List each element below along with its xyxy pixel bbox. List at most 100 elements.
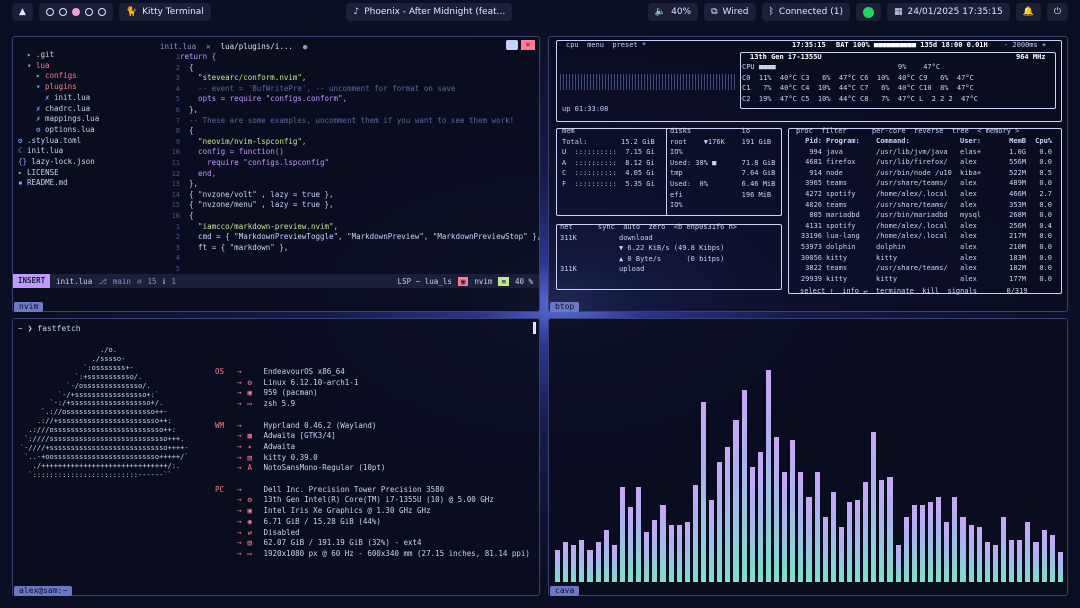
update-interval[interactable]: - 2000ms + [1004,40,1046,51]
tree-item[interactable]: ▸ configs [18,71,158,82]
code-line[interactable]: return { [180,52,540,63]
clock[interactable]: ▦ 24/01/2025 17:35:15 [887,3,1010,21]
tree-item[interactable]: ▸ .git [18,50,158,61]
code-line[interactable]: { [180,126,540,137]
process-row[interactable]: 805 mariadbd/usr/bin/mariadbd mysql 268M 0.0 [792,210,1052,221]
visualizer-bar [563,542,569,582]
bluetooth[interactable]: ᛒ Connected (1) [761,3,850,21]
code-line[interactable]: end, [180,169,540,180]
tree-item[interactable]: ✗ mappings.lua [18,114,158,125]
process-row[interactable]: 53973 dolphin dolphin alex 210M 0.0 [792,242,1052,253]
code-line[interactable]: cmd = { "MarkdownPreviewToggle", "Markdo… [180,232,541,243]
process-cell: node [826,168,843,177]
process-row[interactable]: 33196 lua-lang/home/alex/.local alex 217M 0.… [792,231,1052,242]
code-line[interactable]: "neovim/nvim-lspconfig", [180,137,540,148]
cpu-header[interactable]: cpu menu preset * [566,40,646,51]
process-cell: /usr/bin/mariadbd [876,211,948,220]
active-window[interactable]: 🐈 Kitty Terminal [118,3,211,21]
tree-item[interactable]: ✗ chadrc.lua [18,104,158,115]
tree-item[interactable]: ⚙ options.lua [18,125,158,136]
tab-plugins-init[interactable]: lua/plugins/i... [221,42,293,51]
code-line[interactable]: "stevearc/conform.nvim", [180,73,540,84]
endeavouros-logo: ./o. ./sssso- `:osssssss+- `:+ssssssssss… [20,346,189,479]
workspace-1[interactable] [45,8,54,16]
process-row[interactable]: 3965 teams/usr/share/teams/alex 489M 0.0 [792,178,1052,189]
process-row[interactable]: 994 java/usr/lib/jvm/java elas+ 1.0G 0.0 [792,147,1052,158]
workspace-2[interactable] [58,8,67,16]
code-line[interactable]: -- event = 'BufWritePre', -- uncomment f… [180,84,540,95]
code-line[interactable]: opts = require "configs.conform", [180,94,540,105]
workspace-5[interactable] [97,8,106,16]
code-line[interactable]: config = function() [180,147,540,158]
process-row[interactable]: 914 node/usr/bin/node /u10 kiba+ 522M 0.5 [792,168,1052,179]
close-buffer-button[interactable]: ✕ [521,40,535,50]
code-line[interactable]: { [180,211,540,222]
workspace-3[interactable] [71,8,80,16]
tree-item[interactable]: ▪ README.md [18,178,158,189]
code-line[interactable]: -- These are some examples, uncomment th… [180,116,540,127]
process-cell: teams [826,179,848,188]
process-table[interactable]: Pid: Program: Command: User: MemB Cpu% 994 java… [792,136,1052,284]
code-line[interactable]: { "nvzone/volt" , lazy = true }, [180,190,540,201]
process-row[interactable]: 3822 teams/usr/share/teams/alex 182M 0.0 [792,263,1052,274]
process-cell: lua-lang [826,232,860,241]
process-row[interactable]: 30056 kitty kitty alex 183M 0.0 [792,253,1052,264]
code-line[interactable]: ft = { "markdown" }, [180,243,540,254]
process-row[interactable]: 4131 spotify/home/alex/.local alex 256M 0.4 [792,221,1052,232]
process-cell: alex [960,242,977,251]
code-line[interactable]: }, [180,105,540,116]
media-player[interactable]: ♪ Phoenix - After Midnight (feat... [346,3,513,21]
workspaces[interactable] [38,3,113,21]
arrow-icon: → [237,516,242,526]
code-line[interactable]: }, [180,179,540,190]
process-row[interactable]: 29939 kitty kitty alex 177M 0.0 [792,274,1052,285]
process-cell: alex [960,274,977,283]
network[interactable]: ⧉ Wired [704,3,756,21]
tree-item[interactable]: ▾ plugins [18,82,158,93]
visualizer-bar [1041,529,1047,582]
process-cell: alex [960,232,977,241]
close-icon[interactable]: ✕ [206,42,211,51]
volume[interactable]: 🔈 40% [647,3,699,21]
code-line[interactable]: require "configs.lspconfig" [180,158,540,169]
tree-item[interactable]: ✗ init.lua [18,93,158,104]
line-number: 5 [175,95,180,104]
code-line[interactable]: { [180,63,540,74]
code-line[interactable]: "iamcco/markdown-preview.nvim", [180,222,540,233]
process-cell: firefox [826,158,856,167]
code-editor[interactable]: return { { "stevearc/conform.nvim", -- e… [180,52,541,254]
proc-header[interactable]: proc filter per-core reverse tree < memo… [796,126,1019,137]
notifications[interactable]: 🔔 [1015,3,1041,21]
info-row: → ✦ Adwaita [215,442,530,453]
tree-item[interactable]: {} lazy-lock.json [18,157,158,168]
shell-prompt[interactable]: ~ ❯ fastfetch [18,324,81,335]
process-cell: Pid: [805,137,822,145]
process-row[interactable]: 4681 firefox/usr/lib/firefox/alex 556M 0.0 [792,157,1052,168]
process-cell: 4026 [805,200,822,209]
workspace-4[interactable] [84,8,93,16]
tree-item[interactable]: ▾ lua [18,61,158,72]
tree-item[interactable]: ▸ LICENSE [18,168,158,179]
spotify-tray[interactable] [856,3,881,21]
process-cell: 4681 [805,158,822,167]
launcher-button[interactable]: ▲ [12,3,33,21]
tree-item[interactable]: ⚙ .stylua.toml [18,136,158,147]
code-line[interactable]: { "nvzone/menu" , lazy = true }, [180,200,540,211]
tab-init-lua[interactable]: init.lua [160,42,196,51]
process-row[interactable]: 4272 spotify/home/alex/.local alex 466M 2.7 [792,189,1052,200]
tree-item[interactable]: ☾ init.lua [18,146,158,157]
warning-icon: ⊘ [136,276,142,286]
tree-item-label: .stylua.toml [27,135,82,145]
file-icon: ✗ [36,103,46,113]
info-row: WM → Hyprland 0.46.2 (Wayland) [215,421,530,432]
line-number: 15 [171,201,180,210]
folder-icon: ▸ [36,71,46,81]
process-row[interactable]: Pid: Program: Command: User: MemB Cpu% [792,136,1052,147]
process-row[interactable]: 4026 teams/usr/share/teams/alex 353M 0.0 [792,200,1052,211]
arrow-icon: → [237,377,242,387]
power-button[interactable]: ⏻ [1046,3,1069,21]
toggle-theme-button[interactable] [506,40,518,50]
proc-footer[interactable]: select ↑ info ↵ terminate kill signals 0… [800,286,1028,297]
info-value: Linux 6.12.10-arch1-1 [263,377,359,387]
